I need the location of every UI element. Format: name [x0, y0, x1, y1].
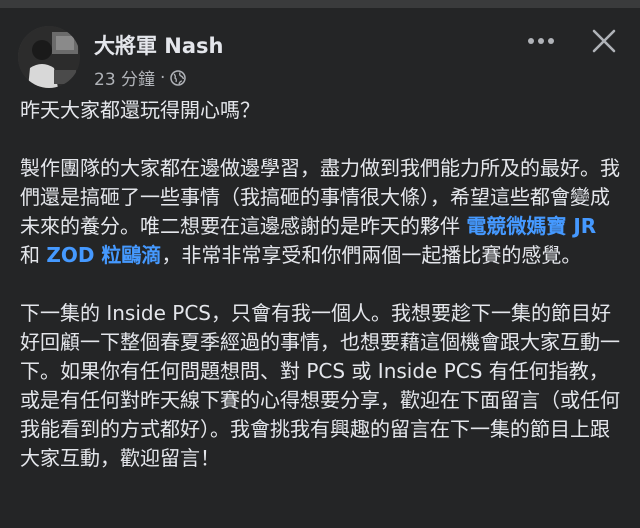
globe-icon[interactable]	[170, 69, 187, 86]
top-border	[0, 0, 640, 8]
more-horizontal-icon	[528, 38, 554, 44]
close-icon	[592, 29, 616, 53]
post-meta: 23 分鐘 ·	[94, 65, 187, 90]
author-name[interactable]: 大將軍 Nash	[94, 30, 224, 60]
mention-link-jr[interactable]: 電競微媽寶 JR	[466, 214, 596, 238]
paragraph-2-text-between: 和	[20, 243, 47, 267]
post-paragraph-1: 昨天大家都還玩得開心嗎？	[20, 98, 260, 122]
post-body: 昨天大家都還玩得開心嗎？ 製作團隊的大家都在邊做邊學習，盡力做到我們能力所及的最…	[20, 96, 620, 473]
timestamp[interactable]: 23 分鐘	[94, 65, 155, 90]
meta-separator: ·	[160, 67, 166, 88]
post-paragraph-3: 下一集的 Inside PCS，只會有我一個人。我想要趁下一集的節目好好回顧一下…	[20, 301, 620, 470]
avatar-photo	[18, 26, 80, 88]
paragraph-2-text-after: ，非常非常享受和你們兩個一起播比賽的感覺。	[161, 243, 582, 267]
more-options-button[interactable]	[521, 26, 561, 56]
post-paragraph-2: 製作團隊的大家都在邊做邊學習，盡力做到我們能力所及的最好。我們還是搞砸了一些事情…	[20, 154, 620, 270]
avatar[interactable]	[18, 26, 80, 88]
mention-link-zod[interactable]: ZOD 粒鷗滴	[46, 243, 161, 267]
post-header: 大將軍 Nash 23 分鐘 ·	[18, 26, 622, 92]
close-button[interactable]	[589, 26, 619, 56]
